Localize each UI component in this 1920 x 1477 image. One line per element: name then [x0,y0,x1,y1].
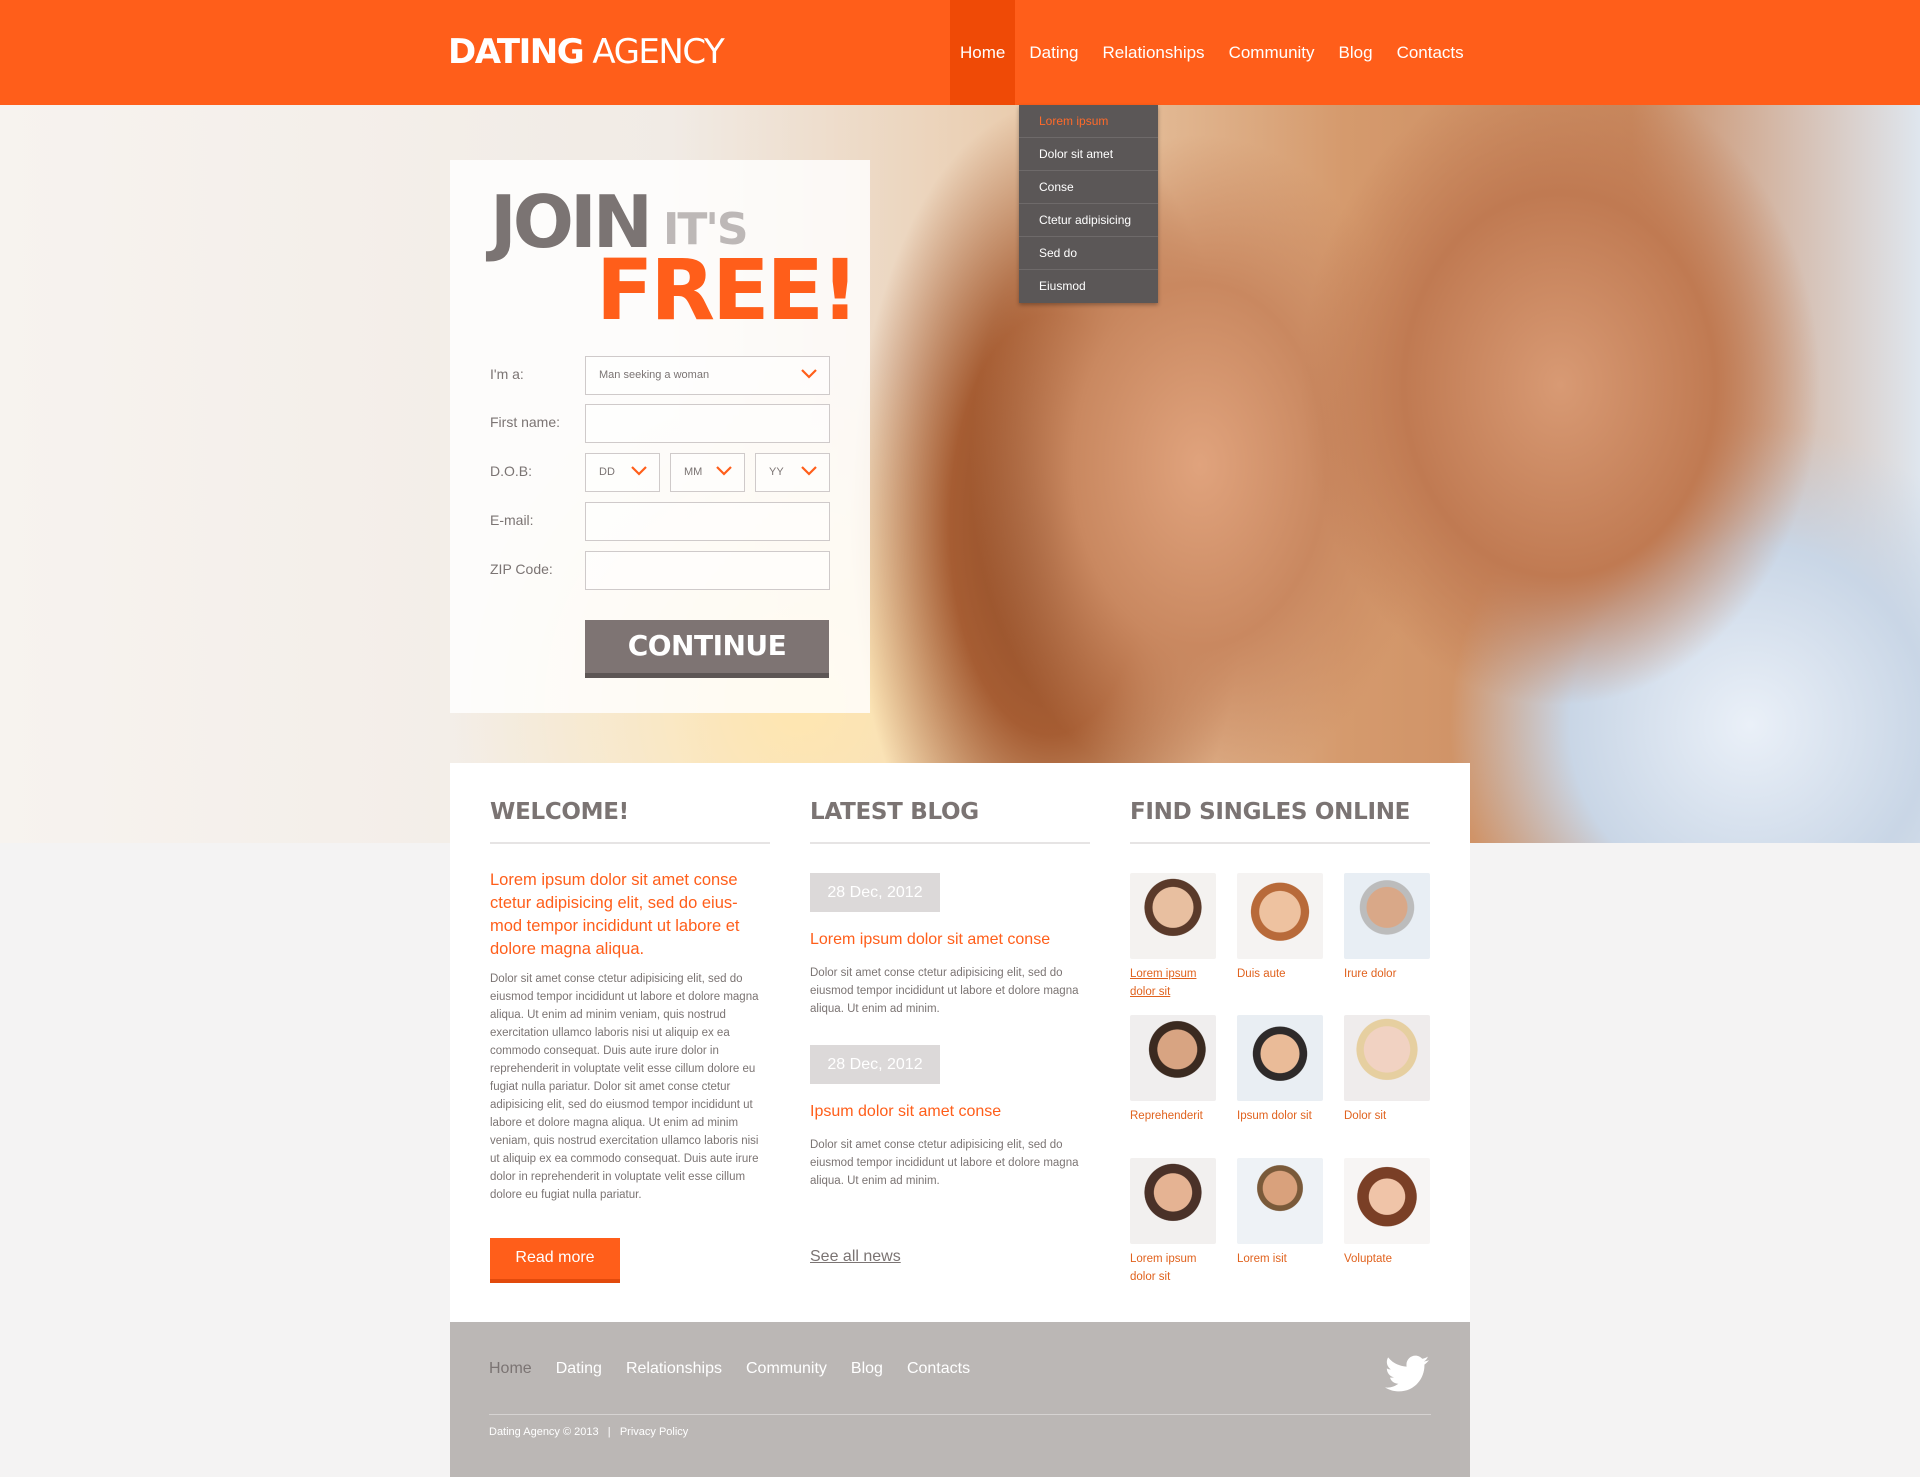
footer-nav-community[interactable]: Community [746,1360,827,1378]
divider [490,842,770,844]
dob-month-select[interactable]: MM [670,453,745,492]
nav-relationships[interactable]: Relationships [1093,0,1215,105]
email-input[interactable] [585,502,830,541]
first-name-label: First name: [490,414,561,430]
welcome-body: Dolor sit amet conse ctetur adipisicing … [490,973,759,1201]
logo[interactable]: DATING AGENCY [448,32,725,72]
nav-blog[interactable]: Blog [1329,0,1383,105]
footer-nav-blog[interactable]: Blog [851,1360,883,1378]
footer-nav: Home Dating Relationships Community Blog… [489,1360,994,1378]
divider [810,842,1090,844]
footer-copyright: Dating Agency © 2013 | Privacy Policy [489,1426,689,1438]
divider [1130,842,1430,844]
dating-dropdown-menu: Lorem ipsum Dolor sit amet Conse Ctetur … [1019,105,1158,303]
post-date: 28 Dec, 2012 [810,873,940,912]
site-footer: Home Dating Relationships Community Blog… [450,1322,1470,1477]
privacy-policy-link[interactable]: Privacy Policy [620,1426,688,1438]
see-all-news-link[interactable]: See all news [810,1248,901,1266]
single-profile[interactable]: Lorem ipsum dolor sit [1130,1158,1220,1286]
single-profile[interactable]: Lorem ipsum dolor sit [1130,873,1220,1001]
dropdown-item[interactable]: Conse [1019,171,1158,204]
single-profile[interactable]: Ipsum dolor sit [1237,1015,1327,1125]
chevron-down-icon [631,466,647,476]
nav-home[interactable]: Home [950,0,1016,105]
dropdown-item[interactable]: Eiusmod [1019,270,1158,303]
twitter-icon[interactable] [1385,1354,1429,1394]
im-a-label: I'm a: [490,366,524,382]
profile-photo[interactable] [1130,1158,1216,1244]
email-label: E-mail: [490,512,534,528]
single-profile[interactable]: Reprehenderit [1130,1015,1220,1125]
profile-photo[interactable] [1344,1158,1430,1244]
chevron-down-icon [801,466,817,476]
welcome-title: WELCOME! [490,799,629,825]
footer-nav-relationships[interactable]: Relationships [626,1360,722,1378]
first-name-input[interactable] [585,404,830,443]
main-nav: Home Dating Relationships Community Blog… [950,0,1478,105]
post-excerpt: Dolor sit amet conse ctetur adipisicing … [810,967,1079,1015]
singles-title: FIND SINGLES ONLINE [1130,799,1411,825]
dob-label: D.O.B: [490,463,533,479]
zip-label: ZIP Code: [490,561,553,577]
profile-photo[interactable] [1130,873,1216,959]
post-title-link[interactable]: Lorem ipsum dolor sit amet conse [810,931,1050,949]
welcome-lead: Lorem ipsum dolor sit amet conse ctetur … [490,871,740,958]
dropdown-item[interactable]: Dolor sit amet [1019,138,1158,171]
nav-contacts[interactable]: Contacts [1387,0,1474,105]
continue-button[interactable]: CONTINUE [585,620,829,678]
post-excerpt: Dolor sit amet conse ctetur adipisicing … [810,1139,1079,1187]
im-a-select[interactable]: Man seeking a woman [585,356,830,395]
profile-photo[interactable] [1344,873,1430,959]
nav-community[interactable]: Community [1219,0,1325,105]
dropdown-item[interactable]: Sed do [1019,237,1158,270]
footer-nav-dating[interactable]: Dating [556,1360,602,1378]
zip-input[interactable] [585,551,830,590]
footer-divider [489,1414,1431,1415]
single-profile[interactable]: Lorem isit [1237,1158,1327,1268]
post-title-link[interactable]: Ipsum dolor sit amet conse [810,1103,1001,1121]
dropdown-item[interactable]: Ctetur adipisicing [1019,204,1158,237]
profile-photo[interactable] [1130,1015,1216,1101]
footer-nav-contacts[interactable]: Contacts [907,1360,970,1378]
blog-title: LATEST BLOG [810,799,979,825]
site-header: DATING AGENCY Home Dating Relationships … [0,0,1920,105]
content-area: WELCOME! Lorem ipsum dolor sit amet cons… [450,763,1470,1322]
single-profile[interactable]: Dolor sit [1344,1015,1434,1125]
chevron-down-icon [801,369,817,379]
free-heading: FREE! [596,241,859,339]
chevron-down-icon [716,466,732,476]
dropdown-item[interactable]: Lorem ipsum [1019,105,1158,138]
profile-photo[interactable] [1237,1158,1323,1244]
footer-nav-home[interactable]: Home [489,1360,532,1378]
single-profile[interactable]: Voluptate [1344,1158,1434,1268]
single-profile[interactable]: Irure dolor [1344,873,1434,983]
single-profile[interactable]: Duis aute [1237,873,1327,983]
read-more-button[interactable]: Read more [490,1238,620,1283]
profile-photo[interactable] [1344,1015,1430,1101]
profile-photo[interactable] [1237,873,1323,959]
post-date: 28 Dec, 2012 [810,1045,940,1084]
dob-day-select[interactable]: DD [585,453,660,492]
nav-dating[interactable]: Dating [1019,0,1088,105]
dob-year-select[interactable]: YY [755,453,830,492]
profile-photo[interactable] [1237,1015,1323,1101]
hero-couple-image [0,105,1920,843]
